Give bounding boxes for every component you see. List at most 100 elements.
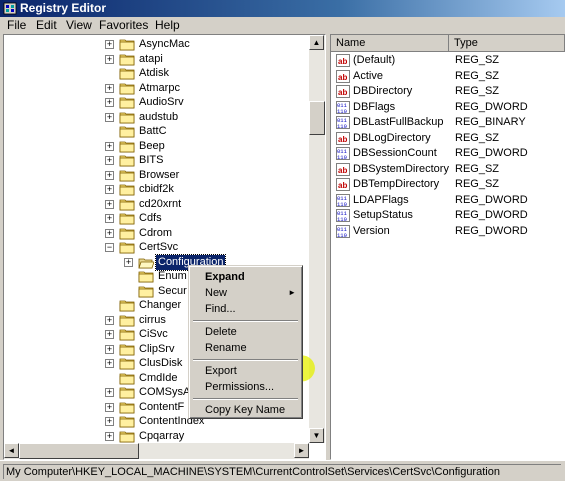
tree-node[interactable]: + Cdrom [4,226,304,241]
scroll-down-button[interactable]: ▼ [309,428,324,443]
menu-file[interactable]: File [7,17,26,34]
value-row[interactable]: ab DBTempDirectory REG_SZ [331,177,565,192]
tree-node-label: CmdIde [139,371,178,384]
value-row[interactable]: 011 110 DBFlags REG_DWORD [331,100,565,115]
folder-icon [119,53,135,66]
values-list-pane[interactable]: Name Type ab (Default) REG_SZ ab Active REG_S… [330,34,565,460]
scroll-up-button[interactable]: ▲ [309,35,324,50]
expand-icon[interactable]: + [105,330,114,339]
tree-node-label: Cpqarray [139,429,185,442]
menu-item-find[interactable]: Find... [191,301,300,317]
expand-icon[interactable]: + [105,214,114,223]
tree-node[interactable]: + Atmarpc [4,81,304,96]
tree-node[interactable]: + cd20xrnt [4,197,304,212]
expand-icon[interactable]: + [105,83,114,93]
value-row[interactable]: ab Active REG_SZ [331,69,565,84]
value-name: DBFlags [353,100,396,113]
binary-value-icon: 011 110 [336,147,350,161]
expand-icon[interactable]: + [105,388,114,397]
menu-separator [193,398,298,400]
svg-text:110: 110 [337,108,347,114]
expand-icon[interactable]: + [105,40,114,49]
expand-icon[interactable]: + [105,170,114,180]
folder-icon [138,285,154,298]
menu-item-permissions[interactable]: Permissions... [191,379,300,395]
expand-icon[interactable]: + [105,228,114,238]
value-row[interactable]: 011 110 DBSessionCount REG_DWORD [331,146,565,161]
value-row[interactable]: ab (Default) REG_SZ [331,53,565,68]
tree-vertical-scrollbar[interactable]: ▲ ▼ [309,35,325,443]
menu-item-export[interactable]: Export [191,363,300,379]
tree-node-label: BITS [139,154,164,166]
tree-node[interactable]: + cbidf2k [4,182,304,197]
expand-icon[interactable]: + [105,359,114,368]
expand-icon[interactable]: + [105,431,114,441]
tree-node-label: Secur [158,284,187,297]
expand-icon[interactable]: + [124,257,133,267]
menu-item-new[interactable]: New ► [191,285,300,301]
tree-node[interactable]: − CertSvc [4,240,304,255]
folder-icon [119,227,135,240]
tree-node[interactable]: + Beep [4,139,304,154]
expand-icon[interactable]: + [105,199,114,209]
menu-item-rename[interactable]: Rename [191,340,300,356]
string-value-icon: ab [336,178,350,191]
expand-icon[interactable]: + [105,402,114,412]
tree-horizontal-scrollbar[interactable]: ◄ ► [4,443,309,459]
column-header-name[interactable]: Name [331,35,449,52]
expand-icon[interactable]: + [105,315,114,325]
value-row[interactable]: 011 110 SetupStatus REG_DWORD [331,208,565,223]
expand-icon[interactable]: + [105,185,114,194]
scroll-thumb[interactable] [309,101,325,135]
tree-node[interactable]: + Browser [4,168,304,183]
value-row[interactable]: 011 110 DBLastFullBackup REG_BINARY [331,115,565,130]
tree-node[interactable]: Atdisk [4,66,304,81]
tree-node[interactable]: + AsyncMac [4,37,304,52]
menu-edit[interactable]: Edit [36,17,57,34]
menu-view[interactable]: View [66,17,92,34]
svg-text:ab: ab [338,88,347,97]
tree-node[interactable]: + atapi [4,52,304,67]
value-row[interactable]: 011 110 LDAPFlags REG_DWORD [331,193,565,208]
folder-icon [119,415,135,428]
value-name: DBDirectory [353,85,413,97]
tree-node[interactable]: BattC [4,124,304,139]
horizontal-scroll-thumb[interactable] [19,443,139,459]
registry-editor-icon [3,2,17,15]
folder-icon [119,299,135,312]
menu-item-expand[interactable]: Expand [191,269,300,285]
value-type: REG_SZ [455,162,500,175]
svg-text:110: 110 [337,216,347,222]
expand-icon[interactable]: + [105,54,114,64]
menu-help[interactable]: Help [155,17,180,34]
value-row[interactable]: ab DBSystemDirectory REG_SZ [331,162,565,177]
tree-node-label: Enum [158,270,187,282]
column-header-type[interactable]: Type [449,35,565,52]
menu-item-copy-key-name[interactable]: Copy Key Name [191,402,300,418]
tree-node-label: COMSysA [139,386,191,398]
expand-icon[interactable]: + [105,141,114,151]
expand-icon[interactable]: + [105,112,114,122]
expand-icon[interactable]: + [105,98,114,107]
collapse-icon[interactable]: − [105,243,114,252]
scroll-right-button[interactable]: ► [294,443,309,458]
scroll-left-button[interactable]: ◄ [4,443,19,458]
tree-node[interactable]: + audstub [4,110,304,125]
tree-node[interactable]: + Cpqarray [4,429,304,444]
tree-node[interactable]: + AudioSrv [4,95,304,110]
tree-node-label: CiSvc [139,328,168,340]
tree-node[interactable]: + Cdfs [4,211,304,226]
value-row[interactable]: ab DBLogDirectory REG_SZ [331,131,565,146]
value-row[interactable]: ab DBDirectory REG_SZ [331,84,565,99]
value-row[interactable]: 011 110 Version REG_DWORD [331,224,565,239]
folder-icon [119,372,135,385]
menu-item-delete[interactable]: Delete [191,324,300,340]
menu-separator [193,320,298,322]
menu-favorites[interactable]: Favorites [99,17,148,34]
expand-icon[interactable]: + [105,344,114,354]
tree-node-label: cirrus [139,313,166,326]
tree-node[interactable]: + BITS [4,153,304,168]
tree-node-label: Cdrom [139,226,173,239]
expand-icon[interactable]: + [105,156,114,165]
expand-icon[interactable]: + [105,417,114,426]
